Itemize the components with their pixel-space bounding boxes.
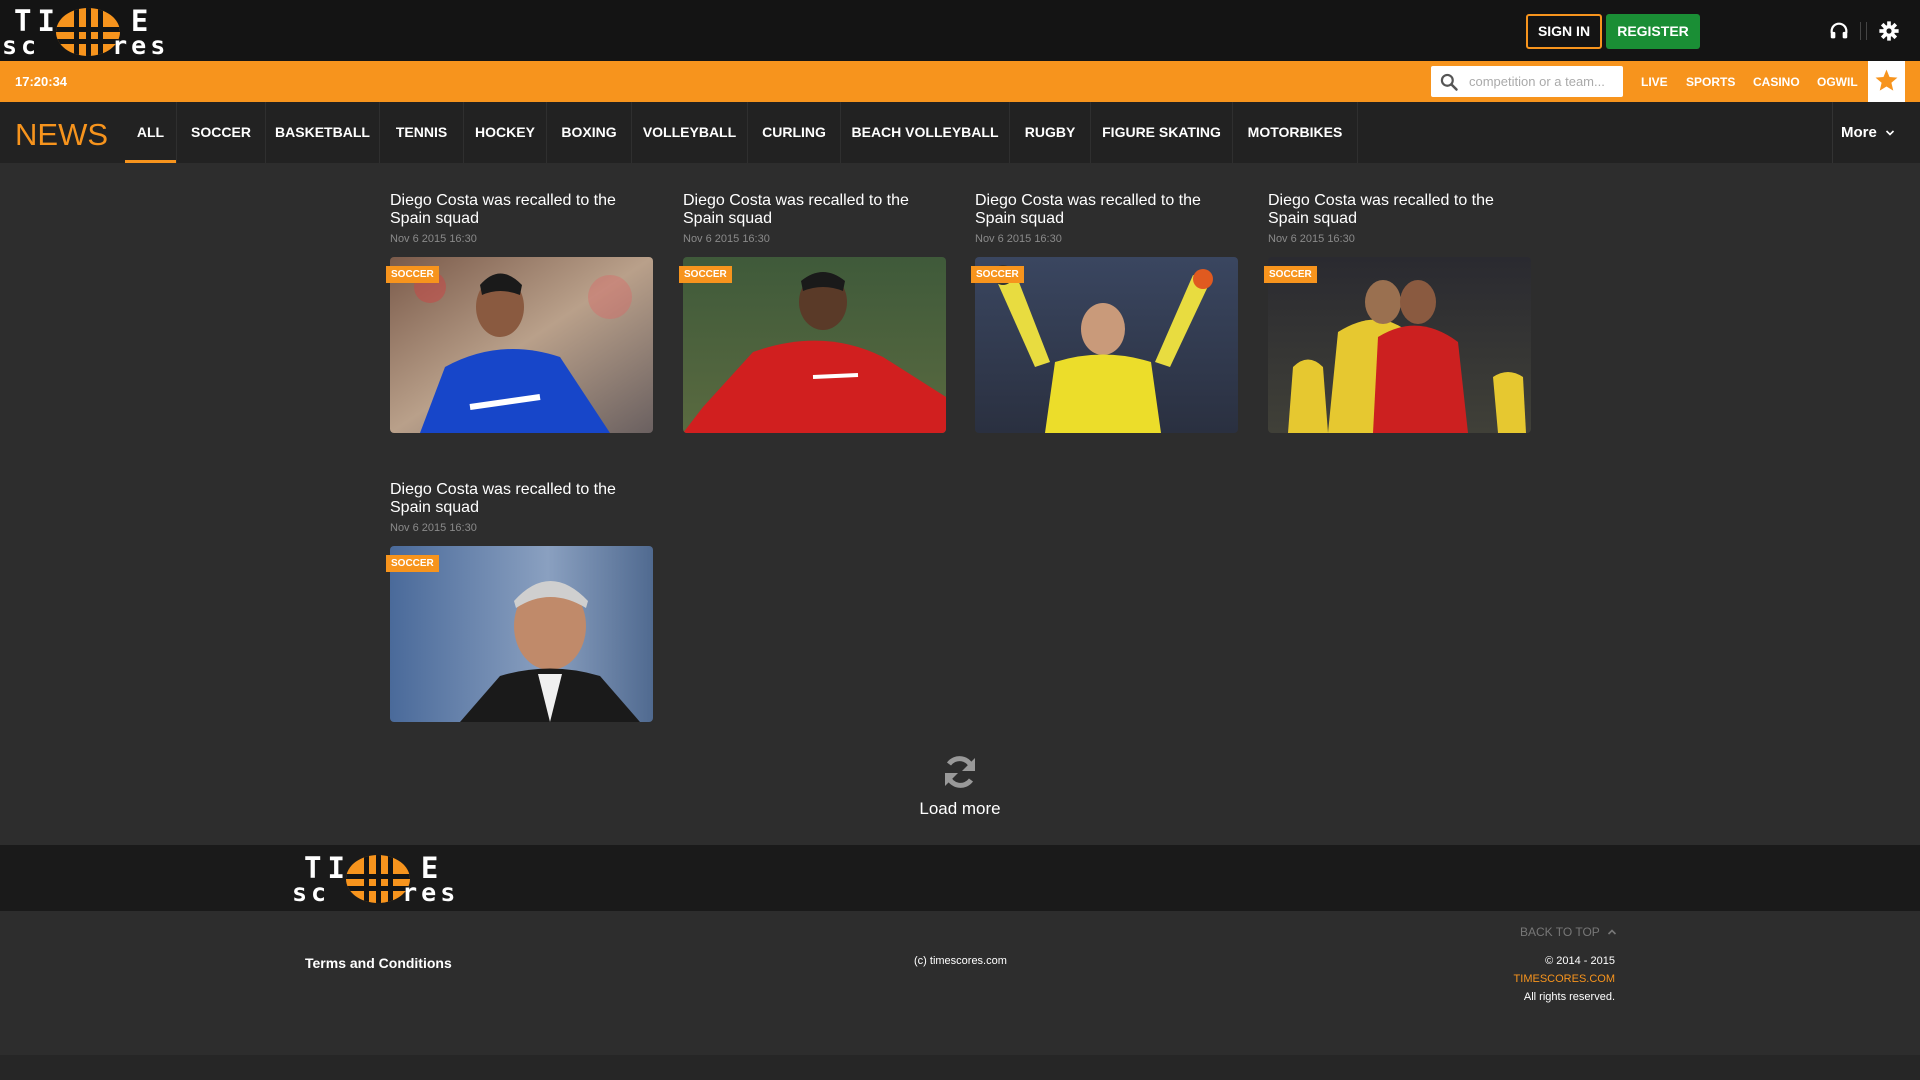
category-badge: SOCCER bbox=[386, 555, 439, 572]
register-button[interactable]: REGISTER bbox=[1606, 14, 1700, 49]
tab-motorbikes[interactable]: MOTORBIKES bbox=[1233, 102, 1357, 163]
article-date: Nov 6 2015 16:30 bbox=[683, 233, 770, 245]
article-date: Nov 6 2015 16:30 bbox=[390, 233, 477, 245]
sign-in-button[interactable]: SIGN IN bbox=[1526, 14, 1602, 49]
article-image[interactable] bbox=[1268, 257, 1531, 433]
copyright-years: © 2014 - 2015 bbox=[1545, 955, 1615, 967]
copyright-center: (c) timescores.com bbox=[914, 955, 1007, 967]
gear-icon[interactable] bbox=[1878, 20, 1900, 42]
category-badge: SOCCER bbox=[971, 266, 1024, 283]
favorites-button[interactable] bbox=[1868, 61, 1905, 102]
site-logo[interactable]: TI E sc res bbox=[0, 4, 176, 60]
tab-soccer[interactable]: SOCCER bbox=[177, 102, 265, 163]
tab-curling[interactable]: CURLING bbox=[748, 102, 840, 163]
article-title[interactable]: Diego Costa was recalled to the Spain sq… bbox=[1268, 192, 1531, 228]
tab-basketball[interactable]: BASKETBALL bbox=[266, 102, 379, 163]
footer-logo-band: TI E sc res bbox=[0, 845, 1920, 911]
star-icon bbox=[1875, 69, 1898, 91]
article-image[interactable] bbox=[390, 257, 653, 433]
load-more-label: Load more bbox=[919, 799, 1001, 818]
tab-all[interactable]: ALL bbox=[125, 102, 176, 163]
back-to-top-link[interactable]: BACK TO TOP bbox=[1520, 925, 1617, 939]
link-casino[interactable]: CASINO bbox=[1753, 75, 1800, 89]
live-clock: 17:20:34 bbox=[15, 74, 68, 89]
article-date: Nov 6 2015 16:30 bbox=[1268, 233, 1355, 245]
link-sports[interactable]: SPORTS bbox=[1686, 75, 1735, 89]
ticker-bar: 17:20:34 LIVE SPORTS CASINO OGWIL bbox=[0, 61, 1920, 102]
tab-hockey[interactable]: HOCKEY bbox=[464, 102, 546, 163]
refresh-icon bbox=[945, 756, 975, 788]
article-image[interactable] bbox=[975, 257, 1238, 433]
header-divider bbox=[1860, 22, 1861, 40]
article-date: Nov 6 2015 16:30 bbox=[975, 233, 1062, 245]
article-title[interactable]: Diego Costa was recalled to the Spain sq… bbox=[683, 192, 946, 228]
back-to-top-label: BACK TO TOP bbox=[1520, 925, 1600, 939]
footer bbox=[0, 911, 1920, 1055]
tab-boxing[interactable]: BOXING bbox=[547, 102, 631, 163]
search-box[interactable] bbox=[1431, 66, 1623, 97]
load-more-button[interactable]: Load more bbox=[900, 752, 1020, 819]
search-input[interactable] bbox=[1469, 71, 1617, 92]
footer-strip bbox=[0, 1055, 1920, 1080]
terms-link[interactable]: Terms and Conditions bbox=[305, 955, 452, 971]
article-image[interactable] bbox=[683, 257, 946, 433]
tab-tennis[interactable]: TENNIS bbox=[380, 102, 463, 163]
article-title[interactable]: Diego Costa was recalled to the Spain sq… bbox=[975, 192, 1238, 228]
article-title[interactable]: Diego Costa was recalled to the Spain sq… bbox=[390, 481, 653, 517]
category-badge: SOCCER bbox=[679, 266, 732, 283]
site-link[interactable]: TIMESCORES.COM bbox=[1514, 973, 1615, 985]
search-icon[interactable] bbox=[1439, 72, 1459, 92]
tab-beach-volleyball[interactable]: BEACH VOLLEYBALL bbox=[841, 102, 1009, 163]
tab-rugby[interactable]: RUGBY bbox=[1010, 102, 1090, 163]
tab-volleyball[interactable]: VOLLEYBALL bbox=[632, 102, 747, 163]
tab-divider bbox=[1357, 102, 1358, 163]
top-header: TI E sc res SIGN IN REGISTER bbox=[0, 0, 1920, 61]
link-ogwil[interactable]: OGWIL bbox=[1817, 75, 1858, 89]
tab-figure-skating[interactable]: FIGURE SKATING bbox=[1091, 102, 1232, 163]
more-dropdown[interactable]: More bbox=[1832, 102, 1920, 163]
footer-logo[interactable]: TI E sc res bbox=[290, 851, 466, 907]
category-badge: SOCCER bbox=[1264, 266, 1317, 283]
link-live[interactable]: LIVE bbox=[1641, 75, 1668, 89]
category-badge: SOCCER bbox=[386, 266, 439, 283]
page-title: NEWS bbox=[15, 117, 108, 152]
rights-text: All rights reserved. bbox=[1523, 991, 1615, 1003]
logo-text-bottom: sc res bbox=[2, 31, 170, 60]
article-image[interactable] bbox=[390, 546, 653, 722]
article-title[interactable]: Diego Costa was recalled to the Spain sq… bbox=[390, 192, 653, 228]
headphones-icon[interactable] bbox=[1828, 20, 1850, 42]
article-date: Nov 6 2015 16:30 bbox=[390, 522, 477, 534]
chevron-up-icon bbox=[1607, 929, 1617, 935]
category-nav: NEWS ALL SOCCER BASKETBALL TENNIS HOCKEY… bbox=[0, 102, 1920, 163]
logo-text-bottom: sc res bbox=[292, 878, 460, 907]
more-label: More bbox=[1841, 124, 1877, 141]
chevron-down-icon bbox=[1885, 130, 1895, 136]
header-divider bbox=[1866, 22, 1867, 40]
